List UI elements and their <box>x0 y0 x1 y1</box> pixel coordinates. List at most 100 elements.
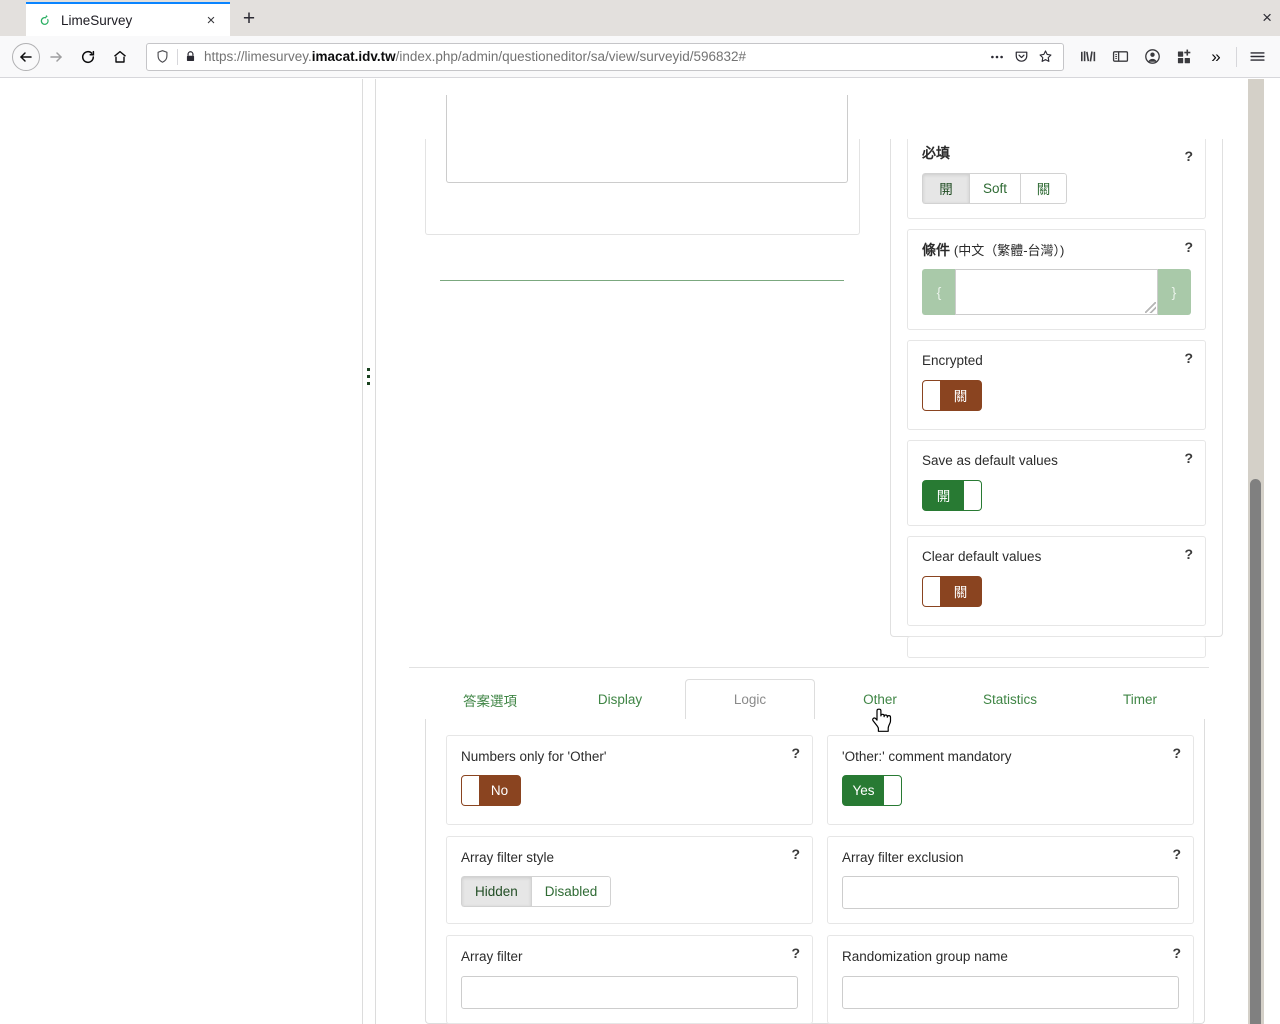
setting-array-filter-exclusion: ? Array filter exclusion <box>827 836 1194 925</box>
setting-save-as-default-values: ? Save as default values 開 <box>907 439 1206 526</box>
help-icon[interactable]: ? <box>1184 240 1193 254</box>
mandatory-option-off[interactable]: 關 <box>1020 172 1068 204</box>
browser-tab-strip: LimeSurvey × + × <box>0 0 1280 36</box>
browser-navigation-bar: https://limesurvey.imacat.idv.tw/index.p… <box>0 36 1280 78</box>
sidebar-icon[interactable] <box>1104 41 1136 73</box>
condition-textarea[interactable] <box>955 269 1158 315</box>
window-close-button[interactable]: × <box>1262 8 1272 30</box>
question-text-card <box>425 95 860 235</box>
pocket-icon[interactable] <box>1009 45 1033 69</box>
sidebar-rail-inner <box>375 79 376 1024</box>
setting-label: Clear default values <box>922 548 1042 564</box>
setting-label: 必填 <box>922 145 950 161</box>
url-bar[interactable]: https://limesurvey.imacat.idv.tw/index.p… <box>146 42 1064 71</box>
setting-randomization-group-name: ? Randomization group name <box>827 935 1194 1024</box>
help-icon[interactable]: ? <box>1184 149 1193 163</box>
resize-handle-icon[interactable] <box>1145 302 1156 313</box>
setting-label: Array filter exclusion <box>842 850 964 866</box>
toggle-knob <box>923 576 940 606</box>
library-icon[interactable] <box>1072 41 1104 73</box>
page-viewport: ? 必填 開 Soft 關 ? 條件 (中文（繁體-台灣）) {} ? Enc… <box>0 79 1280 1024</box>
padlock-icon[interactable] <box>184 50 197 63</box>
new-tab-button[interactable]: + <box>230 2 268 36</box>
overflow-menu-icon[interactable]: » <box>1200 41 1232 73</box>
mandatory-option-on[interactable]: 開 <box>922 172 969 204</box>
scrollbar-thumb[interactable] <box>1250 479 1261 1024</box>
toggle-knob <box>923 380 940 410</box>
tab-statistics[interactable]: Statistics <box>945 679 1075 720</box>
array-filter-style-button-group: Hidden Disabled <box>461 876 612 908</box>
page-actions-icon[interactable] <box>985 45 1009 69</box>
toggle-knob <box>964 480 981 510</box>
help-icon[interactable]: ? <box>791 746 800 760</box>
toggle-knob <box>462 776 479 806</box>
array-filter-exclusion-input[interactable] <box>842 876 1179 910</box>
help-icon[interactable]: ? <box>791 847 800 861</box>
encrypted-toggle[interactable]: 關 <box>922 379 982 411</box>
help-icon[interactable]: ? <box>1184 451 1193 465</box>
setting-encrypted: ? Encrypted 關 <box>907 340 1206 430</box>
section-divider-green <box>440 280 844 281</box>
setting-label: 'Other:' comment mandatory <box>842 749 1012 764</box>
numbers-only-for-other-toggle[interactable]: No <box>461 775 521 807</box>
star-icon[interactable] <box>1033 45 1057 69</box>
tracking-protection-shield-icon[interactable] <box>155 49 170 64</box>
browser-tab-title: LimeSurvey <box>61 12 133 28</box>
toggle-knob <box>884 776 901 806</box>
hamburger-menu-icon[interactable] <box>1241 41 1273 73</box>
back-icon[interactable] <box>12 42 40 71</box>
logic-tab-panel: ? Numbers only for 'Other' No ? 'Other:'… <box>425 719 1205 1024</box>
extensions-add-icon[interactable] <box>1168 41 1200 73</box>
help-icon[interactable]: ? <box>1172 946 1181 960</box>
close-tab-icon[interactable]: × <box>202 11 220 29</box>
grip-dot <box>367 382 370 385</box>
tab-other[interactable]: Other <box>815 679 945 720</box>
reload-icon[interactable] <box>72 41 104 73</box>
toolbar-divider <box>1236 46 1237 67</box>
settings-panel-empty-row <box>907 635 1206 658</box>
general-settings-panel: ? 必填 開 Soft 關 ? 條件 (中文（繁體-台灣）) {} ? Enc… <box>890 139 1223 658</box>
help-icon[interactable]: ? <box>1172 746 1181 760</box>
url-text[interactable]: https://limesurvey.imacat.idv.tw/index.p… <box>204 49 985 64</box>
browser-tab-limesurvey[interactable]: LimeSurvey × <box>26 2 230 36</box>
setting-label: 條件 (中文（繁體-台灣）) <box>922 242 1191 260</box>
array-filter-style-option-hidden[interactable]: Hidden <box>461 876 531 908</box>
question-text-input[interactable] <box>446 95 848 183</box>
mandatory-option-soft[interactable]: Soft <box>969 172 1021 204</box>
clear-default-toggle[interactable]: 關 <box>922 575 982 607</box>
setting-condition: ? 條件 (中文（繁體-台灣）) { } <box>907 228 1206 330</box>
help-icon[interactable]: ? <box>1184 351 1193 365</box>
setting-mandatory: ? 必填 開 Soft 關 <box>907 139 1206 219</box>
sidebar-collapse-handle[interactable] <box>365 367 372 386</box>
help-icon[interactable]: ? <box>1184 547 1193 561</box>
forward-icon <box>40 41 72 73</box>
condition-equation-field: { } <box>922 269 1191 315</box>
tab-answer-options[interactable]: 答案選項 <box>425 679 555 720</box>
setting-label: Array filter <box>461 949 523 965</box>
save-as-default-toggle[interactable]: 開 <box>922 479 982 511</box>
home-icon[interactable] <box>104 41 136 73</box>
array-filter-input[interactable] <box>461 975 798 1009</box>
mandatory-button-group: 開 Soft 關 <box>922 172 1068 204</box>
setting-label: Array filter style <box>461 850 555 866</box>
setting-label: Randomization group name <box>842 949 1008 965</box>
tab-logic[interactable]: Logic <box>685 679 815 720</box>
tab-display[interactable]: Display <box>555 679 685 720</box>
page-vertical-scrollbar[interactable] <box>1248 79 1264 1024</box>
toggle-state-label: Yes <box>852 783 875 799</box>
toggle-state-label: 關 <box>953 585 968 601</box>
browser-toolbar-icons: » <box>1072 41 1273 73</box>
limesurvey-logo-icon <box>36 12 52 28</box>
setting-array-filter-style: ? Array filter style Hidden Disabled <box>446 836 813 925</box>
condition-label-language: (中文（繁體-台灣）) <box>953 242 1065 258</box>
setting-label: Save as default values <box>922 452 1058 468</box>
other-comment-mandatory-toggle[interactable]: Yes <box>842 775 902 807</box>
tab-timer[interactable]: Timer <box>1075 679 1205 720</box>
randomization-group-name-input[interactable] <box>842 975 1179 1009</box>
limesurvey-question-editor-page: ? 必填 開 Soft 關 ? 條件 (中文（繁體-台灣）) {} ? Enc… <box>0 79 1264 1024</box>
help-icon[interactable]: ? <box>791 946 800 960</box>
account-icon[interactable] <box>1136 41 1168 73</box>
help-icon[interactable]: ? <box>1172 847 1181 861</box>
array-filter-style-option-disabled[interactable]: Disabled <box>530 876 612 908</box>
browser-window: LimeSurvey × + × https://limesurvey.imac… <box>0 0 1280 1024</box>
